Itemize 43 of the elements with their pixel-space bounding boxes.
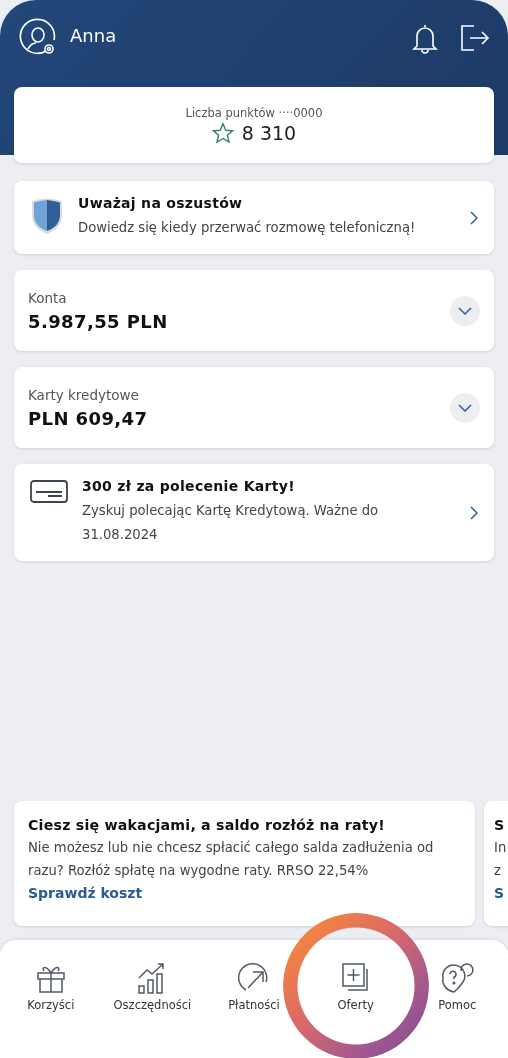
help-bubble-icon bbox=[440, 962, 475, 994]
nav-item[interactable]: Oszczędności bbox=[113, 962, 192, 1012]
expand-button[interactable] bbox=[450, 295, 480, 326]
offer-link[interactable]: S bbox=[494, 885, 508, 901]
chevron-right-icon bbox=[470, 505, 478, 520]
card-title: 300 zł za polecenie Karty! bbox=[82, 478, 296, 494]
credit-card-icon bbox=[30, 480, 68, 504]
star-icon bbox=[211, 122, 234, 144]
chevron-down-icon bbox=[458, 306, 472, 315]
nav-item[interactable]: Pomoc bbox=[438, 962, 477, 1012]
nav-item[interactable]: Oferty bbox=[337, 962, 374, 1012]
points-value: 8 310 bbox=[241, 122, 297, 144]
alert-card[interactable]: Uważaj na oszustów Dowiedz się kiedy przerwać rozmowę telefoniczną! bbox=[14, 181, 494, 254]
bell-icon[interactable] bbox=[412, 22, 438, 54]
expand-button[interactable] bbox=[450, 392, 480, 423]
offer-link[interactable]: Sprawdź koszt bbox=[28, 885, 461, 901]
logout-icon[interactable] bbox=[460, 24, 490, 52]
balance-card[interactable]: Konta 5.987,55 PLN bbox=[14, 270, 494, 351]
user-name: Anna bbox=[70, 24, 117, 46]
card-description: Zyskuj polecając Kartę Kredytową. Ważne do 31.08.2024 bbox=[82, 502, 380, 544]
balance-label: Karty kredytowe bbox=[28, 386, 140, 403]
card-title: Uważaj na oszustów bbox=[78, 195, 244, 211]
offer-title: Ciesz się wakacjami, a saldo rozłóż na raty! bbox=[28, 817, 386, 833]
offer-text: Nie możesz lub nie chcesz spłacić całego salda zadłużenia od bbox=[28, 839, 435, 857]
offer-text: z bbox=[494, 862, 502, 880]
offer-text: In bbox=[494, 839, 508, 857]
nav-item[interactable]: Korzyści bbox=[27, 962, 75, 1012]
offer-title: S bbox=[494, 817, 506, 833]
balance-card[interactable]: Karty kredytowe PLN 609,47 bbox=[14, 367, 494, 448]
balance-amount: 5.987,55 PLN bbox=[28, 310, 169, 332]
shield-icon bbox=[30, 197, 64, 235]
offer-card[interactable]: Ciesz się wakacjami, a saldo rozłóż na raty! Nie możesz lub nie chcesz spłacić całego salda zadłużenia od razu? Rozłóż spłatę na wygodne raty. RRSO 22,54% Sprawdź koszt bbox=[14, 801, 475, 926]
balance-amount: PLN 609,47 bbox=[28, 407, 149, 429]
chevron-right-icon bbox=[470, 210, 478, 225]
card-description: Dowiedz się kiedy przerwać rozmowę telefoniczną! bbox=[78, 219, 417, 237]
offer-text: razu? Rozłóż spłatę na wygodne raty. RRSO 22,54% bbox=[28, 862, 370, 880]
nav-item[interactable]: Płatności bbox=[228, 962, 280, 1012]
promo-card[interactable]: 300 zł za polecenie Karty! Zyskuj polecając Kartę Kredytową. Ważne do 31.08.2024 bbox=[14, 464, 494, 561]
offer-card[interactable]: S In z S bbox=[484, 801, 508, 926]
balance-label: Konta bbox=[28, 289, 68, 306]
chevron-down-icon bbox=[458, 403, 472, 412]
arrow-circle-icon bbox=[238, 962, 270, 994]
points-label: Liczba punktów ····0000 bbox=[185, 106, 323, 120]
